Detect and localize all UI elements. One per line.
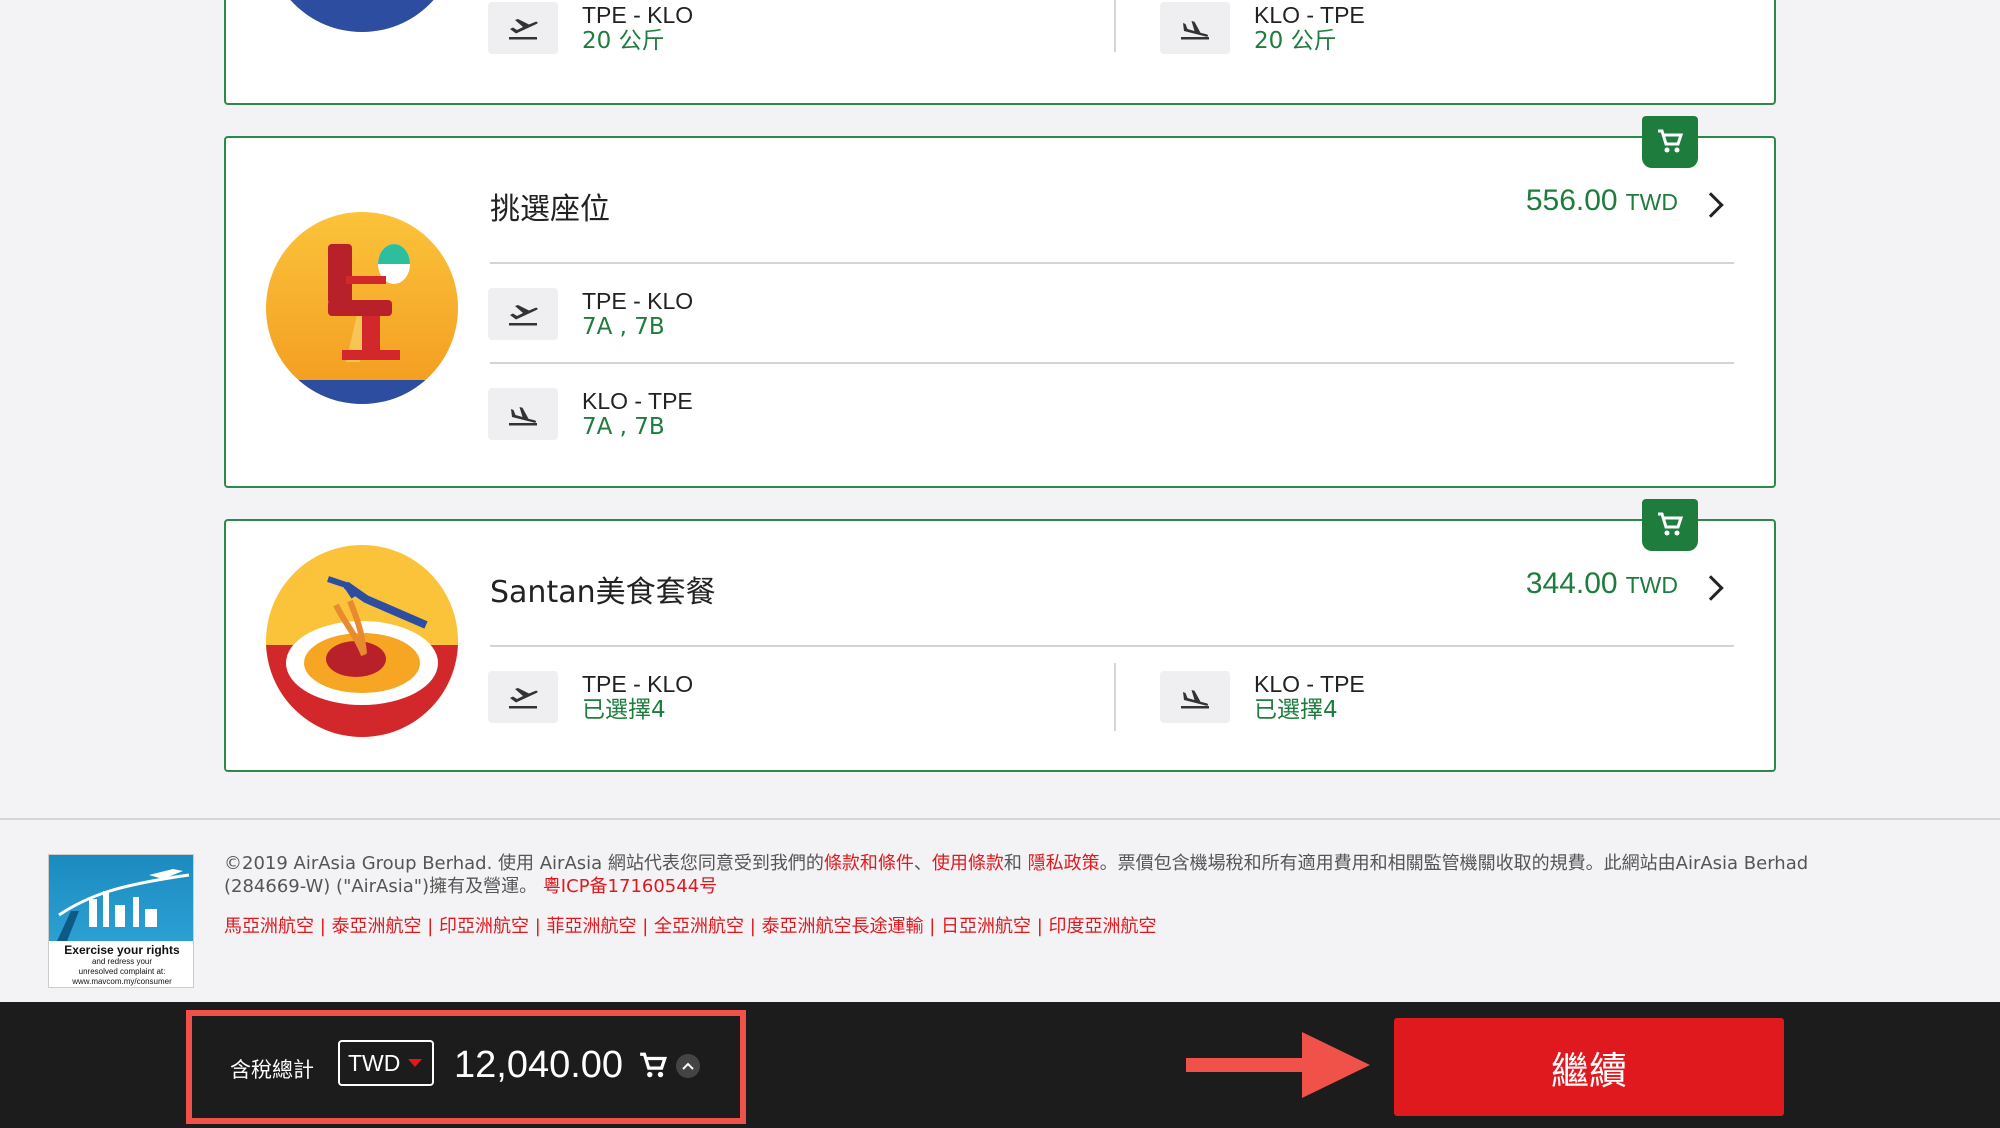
- leg-outbound: TPE - KLO 7A , 7B: [488, 288, 693, 340]
- leg-route: KLO - TPE: [1254, 671, 1365, 697]
- leg-divider: [1114, 663, 1116, 731]
- plane-takeoff-icon: [488, 2, 558, 54]
- cart-icon: [1642, 499, 1698, 551]
- luggage-illustration: [266, 0, 458, 32]
- seat-selection-card[interactable]: 挑選座位 556.00 TWD TPE - KLO 7A , 7B KLO - …: [224, 116, 1776, 488]
- chevron-right-icon[interactable]: [1698, 575, 1724, 601]
- plane-landing-icon: [1160, 2, 1230, 54]
- usage-terms-link[interactable]: 使用條款: [932, 853, 1004, 874]
- leg-route: TPE - KLO: [582, 671, 694, 697]
- logo-subtitle: and redress your: [91, 957, 153, 966]
- leg-return: KLO - TPE 7A , 7B: [488, 388, 693, 440]
- total-label: 含稅總計: [230, 1058, 314, 1082]
- cart-icon: [1642, 116, 1698, 168]
- leg-detail: 20 公斤: [1254, 28, 1337, 54]
- total-summary: 含稅總計 TWD 12,040.00: [186, 1010, 746, 1124]
- leg-detail: 7A , 7B: [582, 414, 665, 440]
- logo-graphic: [49, 855, 193, 941]
- privacy-link[interactable]: 隱私政策: [1028, 853, 1100, 874]
- leg-route: TPE - KLO: [582, 2, 694, 28]
- leg-return: KLO - TPE 20 公斤: [1160, 2, 1365, 54]
- leg-route: KLO - TPE: [1254, 2, 1365, 28]
- leg-outbound: TPE - KLO 已選擇4: [488, 671, 693, 723]
- bottom-bar: 含稅總計 TWD 12,040.00 繼續: [0, 1002, 2000, 1128]
- currency-value: TWD: [348, 1049, 401, 1076]
- meals-price: 344.00 TWD: [1526, 567, 1678, 601]
- total-amount: 12,040.00: [454, 1044, 624, 1086]
- separator: 和: [1003, 853, 1028, 874]
- chevron-right-icon[interactable]: [1698, 192, 1724, 218]
- chevron-up-icon[interactable]: [676, 1054, 700, 1078]
- card-divider: [490, 262, 1734, 264]
- plane-landing-icon: [1160, 671, 1230, 723]
- plane-takeoff-icon: [488, 671, 558, 723]
- meal-card[interactable]: Santan美食套餐 344.00 TWD TPE - KLO 已選擇4 KLO…: [224, 499, 1776, 772]
- airline-links[interactable]: 馬亞洲航空 | 泰亞洲航空 | 印亞洲航空 | 菲亞洲航空 | 全亞洲航空 | …: [224, 912, 1157, 938]
- leg-route: TPE - KLO: [582, 288, 694, 314]
- footer: Exercise your rights and redress your un…: [0, 818, 2000, 1002]
- price-amount: 344.00: [1525, 567, 1618, 600]
- meal-illustration: [266, 545, 458, 737]
- logo-subtitle: unresolved complaint at:: [78, 967, 166, 976]
- leg-detail: 已選擇4: [1254, 697, 1338, 723]
- leg-divider: [1114, 0, 1116, 52]
- logo-title: Exercise your rights: [64, 943, 180, 957]
- copyright-text: ©2019 AirAsia Group Berhad. 使用 AirAsia 網…: [224, 853, 824, 874]
- caret-down-icon: [408, 1059, 423, 1067]
- continue-button[interactable]: 繼續: [1394, 1018, 1784, 1116]
- leg-route: KLO - TPE: [582, 388, 693, 414]
- card-divider: [490, 645, 1734, 647]
- leg-detail: 20 公斤: [582, 28, 665, 54]
- baggage-card[interactable]: TPE - KLO 20 公斤 KLO - TPE 20 公斤: [224, 0, 1776, 105]
- terms-link[interactable]: 條款和條件: [824, 853, 914, 874]
- leg-outbound: TPE - KLO 20 公斤: [488, 2, 693, 54]
- logo-url: www.mavcom.my/consumer: [72, 977, 172, 986]
- plane-takeoff-icon: [488, 288, 558, 340]
- currency-select[interactable]: TWD: [338, 1040, 434, 1086]
- price-currency: TWD: [1625, 189, 1678, 215]
- leg-return: KLO - TPE 已選擇4: [1160, 671, 1365, 723]
- seat-illustration: [266, 212, 458, 404]
- leg-detail: 已選擇4: [582, 697, 666, 723]
- seats-title: 挑選座位: [490, 192, 610, 227]
- plane-landing-icon: [488, 388, 558, 440]
- meals-title: Santan美食套餐: [490, 575, 716, 610]
- footer-copyright: ©2019 AirAsia Group Berhad. 使用 AirAsia 網…: [224, 852, 1874, 898]
- icp-link[interactable]: 粵ICP备17160544号: [543, 876, 717, 897]
- seats-price: 556.00 TWD: [1526, 184, 1678, 218]
- leg-detail: 7A , 7B: [582, 314, 665, 340]
- price-amount: 556.00: [1525, 184, 1618, 217]
- card-divider: [490, 362, 1734, 364]
- price-currency: TWD: [1625, 572, 1678, 598]
- separator: 、: [913, 853, 932, 874]
- arrow-right-icon: [1186, 1030, 1376, 1105]
- mavcom-logo[interactable]: Exercise your rights and redress your un…: [48, 854, 194, 988]
- cart-icon[interactable]: [638, 1052, 668, 1085]
- logo-text: Exercise your rights and redress your un…: [49, 943, 193, 987]
